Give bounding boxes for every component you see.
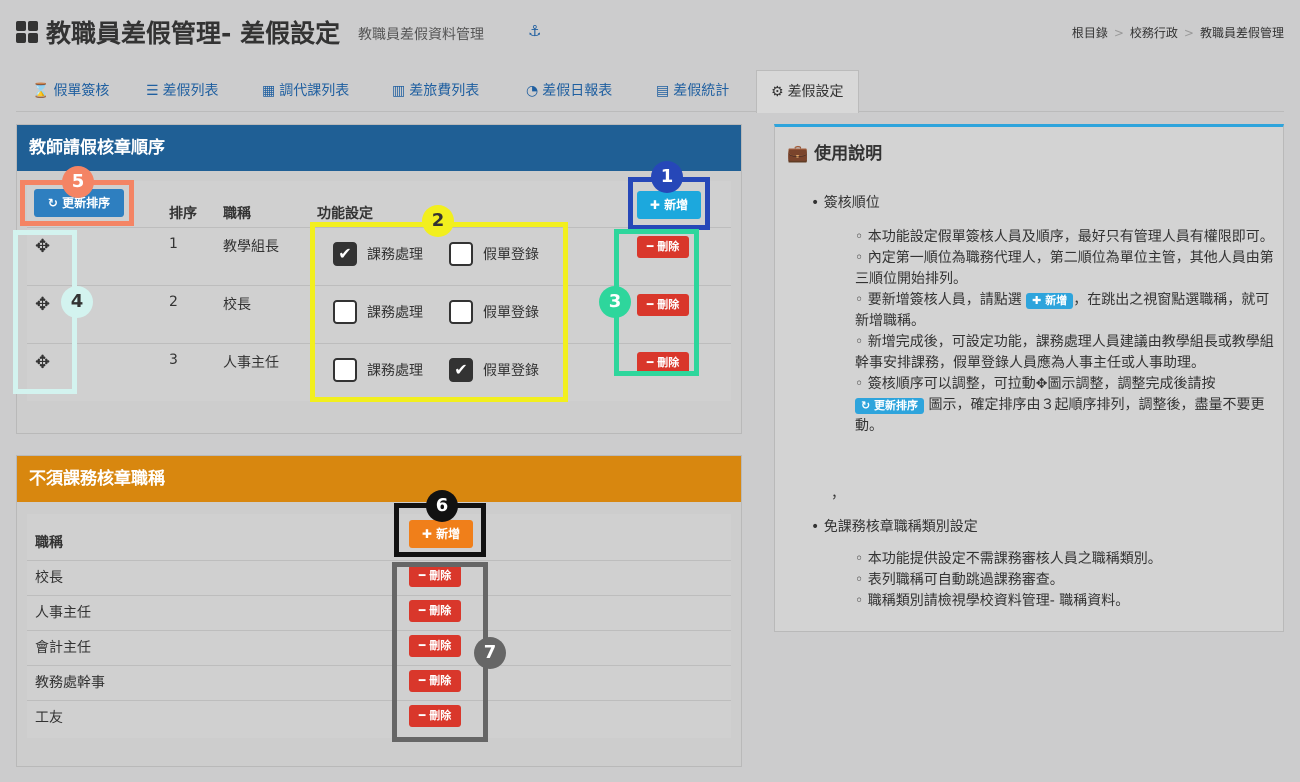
- calculator-icon: ▤: [656, 83, 670, 99]
- list-item: ◦ 內定第一順位為職務代理人，第二順位為單位主管，其他人員由第三順位開始排列。: [855, 250, 1274, 287]
- list-item: ◦ 職稱類別請檢視學校資料管理- 職稱資料。: [855, 593, 1130, 609]
- page-title: 教職員差假管理- 差假設定: [46, 19, 341, 48]
- list-item: ◦ 簽核順序可以調整，可拉動✥圖示調整，調整完成後請按 ↻ 更新排序 圖示，確定…: [855, 376, 1265, 434]
- marker-5: 5: [62, 166, 94, 198]
- pie-chart-icon: ◔: [526, 83, 539, 99]
- col-title: 職稱: [223, 206, 251, 222]
- tab-travel-expense[interactable]: ▥ 差旅費列表: [376, 70, 479, 112]
- exempt-panel-title: 不須課務核章職稱: [17, 456, 741, 502]
- list-item: ◦ 新增完成後，可設定功能，課務處理人員建議由教學組長或教學組幹事安排課務，假單…: [855, 334, 1274, 371]
- anchor-icon[interactable]: ⚓: [528, 22, 541, 40]
- table-row: 校長 ━ 刪除: [27, 560, 731, 595]
- breadcrumb: 根目錄 > 校務行政 > 教職員差假管理: [1071, 26, 1284, 40]
- section1-label: 簽核順位: [823, 195, 880, 211]
- row-title: 教學組長: [223, 239, 279, 255]
- page-subtitle: 教職員差假資料管理: [358, 27, 484, 43]
- list-item: ◦ 本功能提供設定不需課務審核人員之職稱類別。: [855, 551, 1162, 567]
- approval-panel-title: 教師請假核章順序: [17, 125, 741, 171]
- hourglass-icon: ⌛: [32, 83, 50, 99]
- row-title: 校長: [223, 297, 251, 313]
- marker-6: 6: [426, 490, 458, 522]
- bar-chart-icon: ▥: [392, 83, 406, 99]
- exempt-table: 職稱 校長 ━ 刪除 人事主任 ━ 刪除 會計主任 ━ 刪除 教務處幹事 ━ 刪除 工友…: [27, 514, 731, 738]
- section2-label: 免課務核章職稱類別設定: [823, 519, 978, 535]
- briefcase-icon: 💼: [787, 144, 809, 164]
- table-row: 人事主任 ━ 刪除: [27, 595, 731, 630]
- tab-statistics[interactable]: ▤ 差假統計: [640, 70, 729, 112]
- tab-settings[interactable]: ⚙ 差假設定: [756, 70, 859, 113]
- col-order: 排序: [169, 206, 197, 222]
- help-list-2: ◦ 本功能提供設定不需課務審核人員之職稱類別。 ◦ 表列職稱可自動跳過課務審查。…: [855, 549, 1275, 612]
- col-function: 功能設定: [317, 206, 373, 222]
- table-row: 教務處幹事 ━ 刪除: [27, 665, 731, 700]
- list-icon: ☰: [146, 83, 159, 99]
- list-item: ◦ 本功能設定假單簽核人員及順序，最好只有管理人員有權限即可。: [855, 229, 1274, 245]
- inline-add-badge: ✚ 新增: [1026, 293, 1074, 309]
- breadcrumb-current: 教職員差假管理: [1199, 26, 1284, 40]
- stray-comma: ，: [831, 486, 845, 502]
- move-icon: ✥: [1035, 376, 1048, 392]
- breadcrumb-root[interactable]: 根目錄: [1072, 26, 1108, 40]
- help-section-2: • 免課務核章職稱類別設定: [811, 519, 978, 535]
- marker-1: 1: [651, 161, 683, 193]
- col-title: 職稱: [35, 535, 63, 551]
- marker-2: 2: [422, 205, 454, 237]
- inline-refresh-badge: ↻ 更新排序: [855, 398, 925, 414]
- table-row: 會計主任 ━ 刪除: [27, 630, 731, 665]
- annotation-box-2: [310, 222, 568, 402]
- exempt-titles-panel: 不須課務核章職稱 職稱 校長 ━ 刪除 人事主任 ━ 刪除 會計主任 ━ 刪除 教務處…: [16, 455, 742, 767]
- list-item: ◦ 要新增簽核人員，請點選 ✚ 新增 ，在跳出之視窗點選職稱，就可新增職稱。: [855, 292, 1270, 329]
- gears-icon: ⚙: [771, 84, 784, 100]
- row-order: 3: [169, 352, 178, 368]
- list-item: ◦ 表列職稱可自動跳過課務審查。: [855, 572, 1064, 588]
- row-order: 1: [169, 236, 178, 252]
- marker-4: 4: [61, 286, 93, 318]
- help-section-1: • 簽核順位: [811, 195, 880, 211]
- table-row: 工友 ━ 刪除: [27, 700, 731, 735]
- breadcrumb-admin[interactable]: 校務行政: [1130, 26, 1178, 40]
- tab-daily-report[interactable]: ◔ 差假日報表: [510, 70, 612, 112]
- grid-icon: [16, 21, 38, 43]
- marker-3: 3: [599, 286, 631, 318]
- tab-bar: ⌛ 假單簽核 ☰ 差假列表 ▦ 調代課列表 ▥ 差旅費列表 ◔ 差假日報表 ▤ 差假統計 ⚙…: [16, 70, 1284, 113]
- help-list-1: ◦ 本功能設定假單簽核人員及順序，最好只有管理人員有權限即可。 ◦ 內定第一順位…: [855, 227, 1275, 437]
- help-title: 💼 使用說明: [787, 144, 883, 164]
- tab-substitute-list[interactable]: ▦ 調代課列表: [246, 70, 349, 112]
- table-icon: ▦: [262, 83, 276, 99]
- help-panel: 💼 使用說明 • 簽核順位 ◦ 本功能設定假單簽核人員及順序，最好只有管理人員有…: [774, 124, 1284, 632]
- page-title-wrap: 教職員差假管理- 差假設定: [16, 14, 340, 50]
- tab-leave-list[interactable]: ☰ 差假列表: [130, 70, 219, 112]
- tab-leave-approval[interactable]: ⌛ 假單簽核: [16, 70, 109, 112]
- row-order: 2: [169, 294, 178, 310]
- marker-7: 7: [474, 637, 506, 669]
- row-title: 人事主任: [223, 355, 279, 371]
